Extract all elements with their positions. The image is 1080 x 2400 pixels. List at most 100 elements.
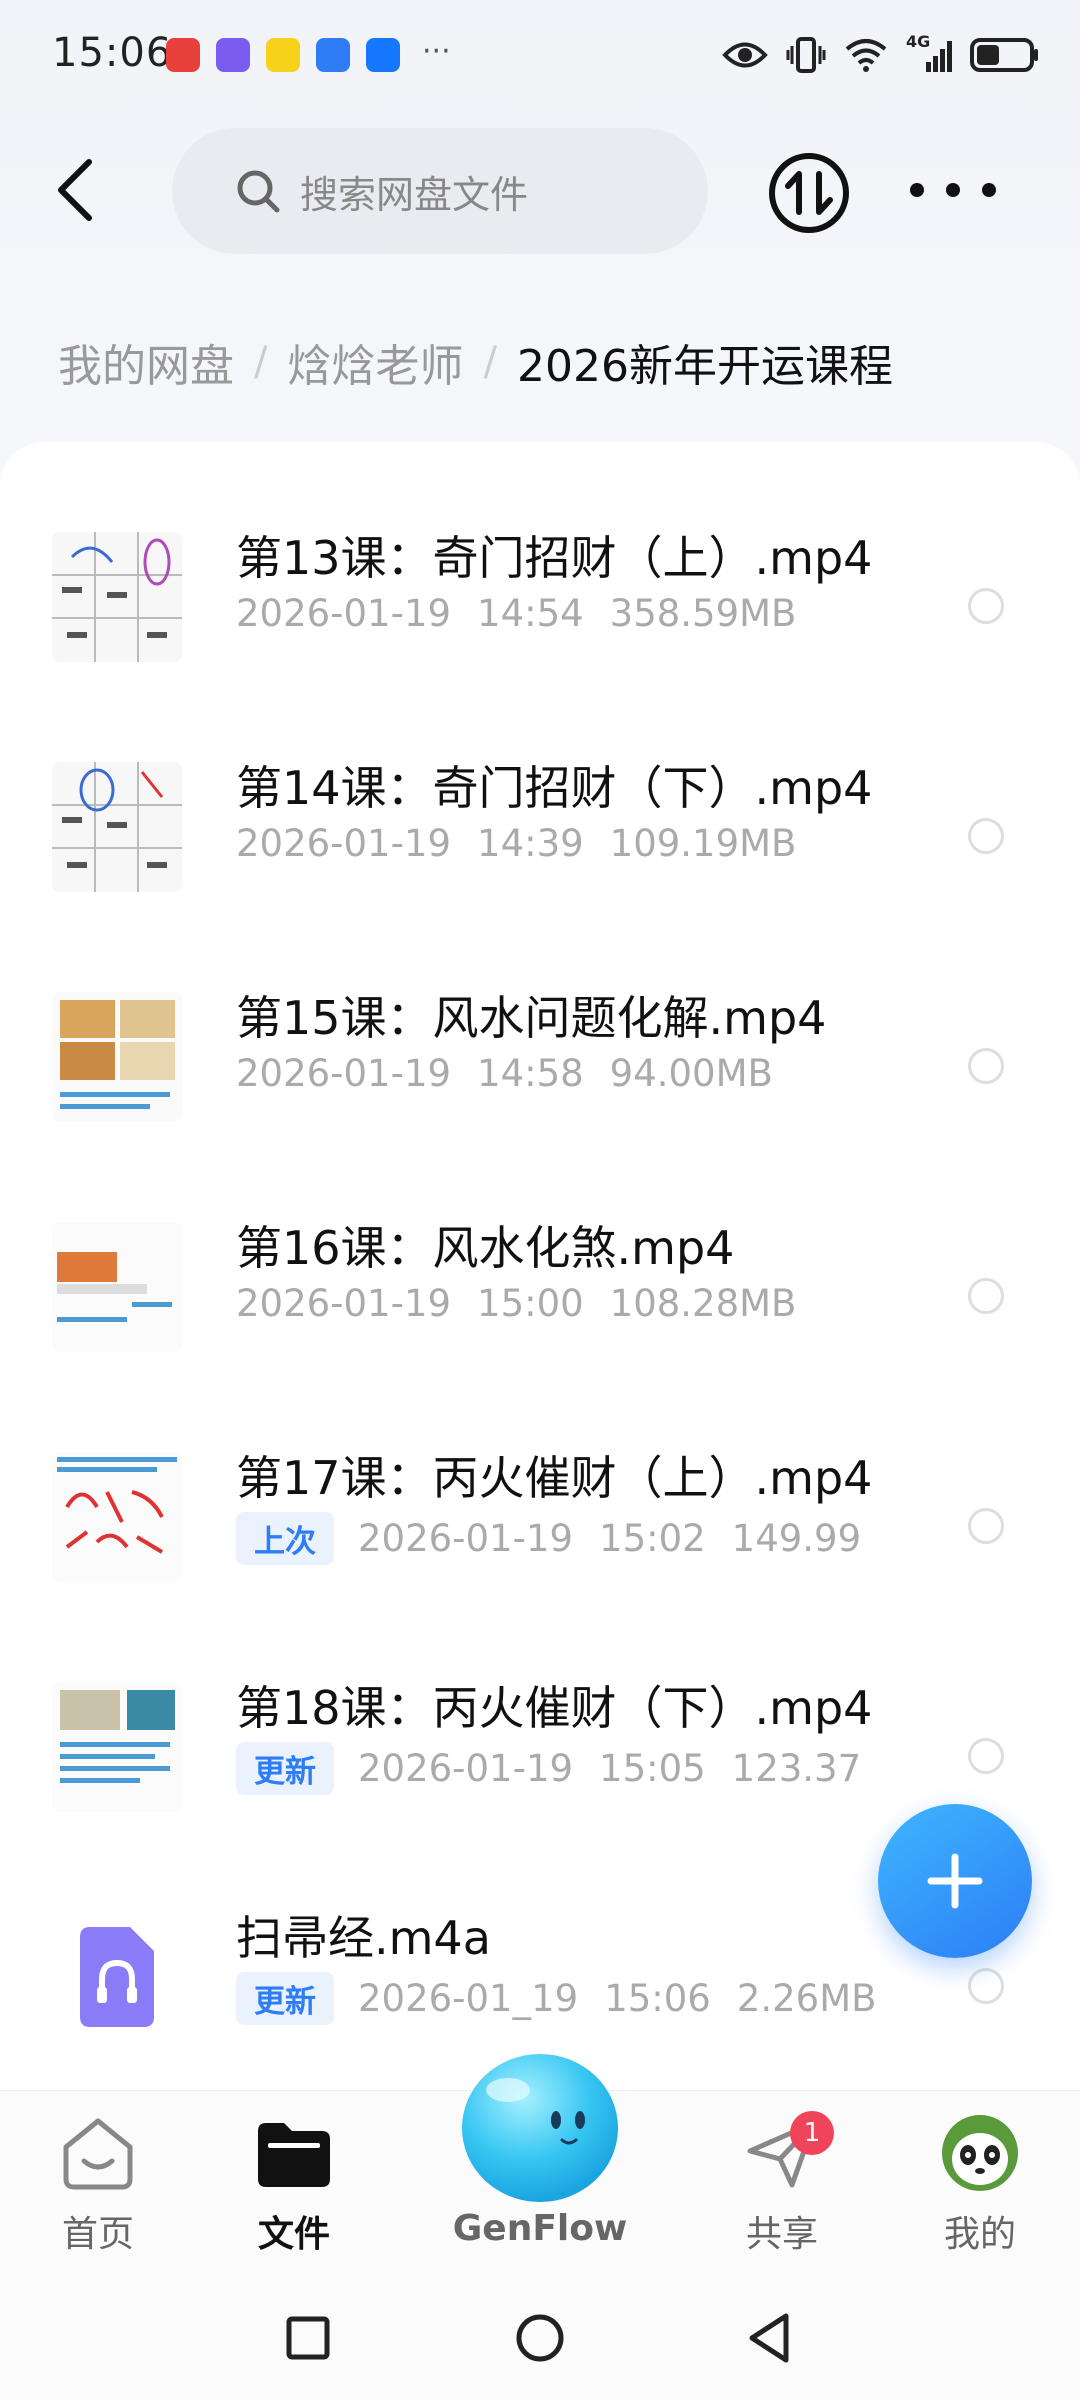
file-size: 108.28MB <box>609 1282 797 1325</box>
system-navigation-bar <box>0 2280 1080 2400</box>
chevron-left-icon <box>58 159 92 221</box>
video-thumbnail <box>52 1452 182 1582</box>
triangle-back-icon <box>749 2313 789 2363</box>
select-checkbox[interactable] <box>968 1048 1004 1084</box>
search-input[interactable]: 搜索网盘文件 <box>172 128 708 254</box>
nav-share-label: 共享 <box>745 2214 818 2255</box>
nav-share[interactable]: 1 共享 <box>702 2111 862 2257</box>
file-meta: 上次 2026-01-19 15:02 149.99 <box>236 1512 861 1565</box>
file-date: 2026-01_19 <box>358 1977 579 2020</box>
file-time: 14:39 <box>477 822 584 865</box>
add-button[interactable] <box>878 1804 1032 1958</box>
file-size: 358.59MB <box>609 592 797 635</box>
audio-file-icon <box>80 1927 154 2027</box>
genflow-mascot-icon <box>462 2054 618 2202</box>
file-name: 第13课：奇门招财（上）.mp4 <box>236 531 873 585</box>
file-date: 2026-01-19 <box>236 1052 452 1095</box>
file-row[interactable]: 第16课：风水化煞.mp4 2026-01-19 15:00 108.28MB <box>0 1172 1080 1402</box>
file-time: 14:58 <box>477 1052 584 1095</box>
file-size: 94.00MB <box>609 1052 773 1095</box>
status-bar: 15:06 ··· 4G <box>0 0 1080 110</box>
file-row[interactable]: 第13课：奇门招财（上）.mp4 2026-01-19 14:54 358.59… <box>0 482 1080 712</box>
nav-genflow-label: GenFlow <box>452 2208 628 2249</box>
file-name: 第16课：风水化煞.mp4 <box>236 1221 735 1275</box>
home-icon <box>63 2118 133 2190</box>
plus-icon <box>927 1853 983 1909</box>
dot-icon <box>910 183 924 197</box>
genflow-button[interactable] <box>438 2040 642 2210</box>
select-checkbox[interactable] <box>968 1278 1004 1314</box>
file-size: 149.99 <box>731 1517 862 1560</box>
file-name: 第17课：丙火催财（上）.mp4 <box>236 1451 873 1505</box>
breadcrumb-separator: / <box>483 339 497 385</box>
avatar <box>942 2115 1018 2191</box>
back-system-button[interactable] <box>740 2308 800 2368</box>
select-checkbox[interactable] <box>968 1738 1004 1774</box>
file-meta: 更新 2026-01_19 15:06 2.26MB <box>236 1972 877 2025</box>
file-name: 第18课：丙火催财（下）.mp4 <box>236 1681 873 1735</box>
home-system-button[interactable] <box>510 2308 570 2368</box>
file-time: 15:06 <box>604 1977 711 2020</box>
file-row[interactable]: 第14课：奇门招财（下）.mp4 2026-01-19 14:39 109.19… <box>0 712 1080 942</box>
file-time: 15:02 <box>599 1517 706 1560</box>
wifi-icon <box>845 39 887 72</box>
more-options-button[interactable] <box>910 160 996 220</box>
file-meta: 2026-01-19 14:54 358.59MB <box>236 592 796 635</box>
cellular-signal: 4G <box>906 32 952 74</box>
signal-icon <box>926 41 952 72</box>
file-time: 14:54 <box>477 592 584 635</box>
file-row[interactable]: 第15课：风水问题化解.mp4 2026-01-19 14:58 94.00MB <box>0 942 1080 1172</box>
updated-badge: 更新 <box>236 1742 334 1795</box>
select-checkbox[interactable] <box>968 1968 1004 2004</box>
file-row[interactable]: 第17课：丙火催财（上）.mp4 上次 2026-01-19 15:02 149… <box>0 1402 1080 1632</box>
blue-app-icon <box>316 38 350 72</box>
nav-home-label: 首页 <box>61 2214 134 2255</box>
updated-badge: 更新 <box>236 1972 334 2025</box>
file-name: 第15课：风水问题化解.mp4 <box>236 991 827 1045</box>
status-time: 15:06 <box>52 30 173 76</box>
more-notifications: ··· <box>422 33 451 69</box>
video-thumbnail <box>52 1682 182 1812</box>
file-meta: 2026-01-19 14:58 94.00MB <box>236 1052 773 1095</box>
select-checkbox[interactable] <box>968 588 1004 624</box>
last-played-badge: 上次 <box>236 1512 334 1565</box>
dot-icon <box>946 183 960 197</box>
file-meta: 2026-01-19 14:39 109.19MB <box>236 822 796 865</box>
breadcrumb-item-folder[interactable]: 焓焓老师 <box>287 330 463 394</box>
nav-files[interactable]: 文件 <box>214 2111 374 2257</box>
file-date: 2026-01-19 <box>236 1282 452 1325</box>
file-time: 15:05 <box>599 1747 706 1790</box>
search-placeholder: 搜索网盘文件 <box>300 172 529 217</box>
transfer-button[interactable] <box>766 150 852 236</box>
select-checkbox[interactable] <box>968 1508 1004 1544</box>
file-date: 2026-01-19 <box>358 1517 574 1560</box>
meituan-app-icon <box>266 38 300 72</box>
video-thumbnail <box>52 992 182 1122</box>
file-name: 扫帚经.m4a <box>236 1911 491 1965</box>
dot-icon <box>982 183 996 197</box>
search-icon <box>237 170 280 213</box>
battery-icon <box>970 38 1038 72</box>
breadcrumb-item-root[interactable]: 我的网盘 <box>58 330 234 394</box>
breadcrumb: 我的网盘 / 焓焓老师 / 2026新年开运课程 <box>58 330 893 394</box>
nav-mine-label: 我的 <box>943 2214 1016 2255</box>
file-time: 15:00 <box>477 1282 584 1325</box>
system-indicators: 4G <box>722 32 1040 74</box>
huawei-app-icon <box>166 38 200 72</box>
notification-badge: 1 <box>790 2111 834 2155</box>
recent-apps-button[interactable] <box>278 2308 338 2368</box>
alipay-app-icon <box>366 38 400 72</box>
select-checkbox[interactable] <box>968 818 1004 854</box>
nav-mine[interactable]: 我的 <box>900 2111 1060 2257</box>
video-thumbnail <box>52 762 182 892</box>
file-meta: 更新 2026-01-19 15:05 123.37 <box>236 1742 861 1795</box>
file-date: 2026-01-19 <box>236 592 452 635</box>
vibrate-icon <box>786 37 826 73</box>
nav-home[interactable]: 首页 <box>18 2111 178 2257</box>
back-button[interactable] <box>40 145 110 235</box>
file-meta: 2026-01-19 15:00 108.28MB <box>236 1282 796 1325</box>
file-date: 2026-01-19 <box>358 1747 574 1790</box>
breadcrumb-separator: / <box>254 339 268 385</box>
square-icon <box>286 2316 330 2360</box>
file-size: 2.26MB <box>736 1977 877 2020</box>
